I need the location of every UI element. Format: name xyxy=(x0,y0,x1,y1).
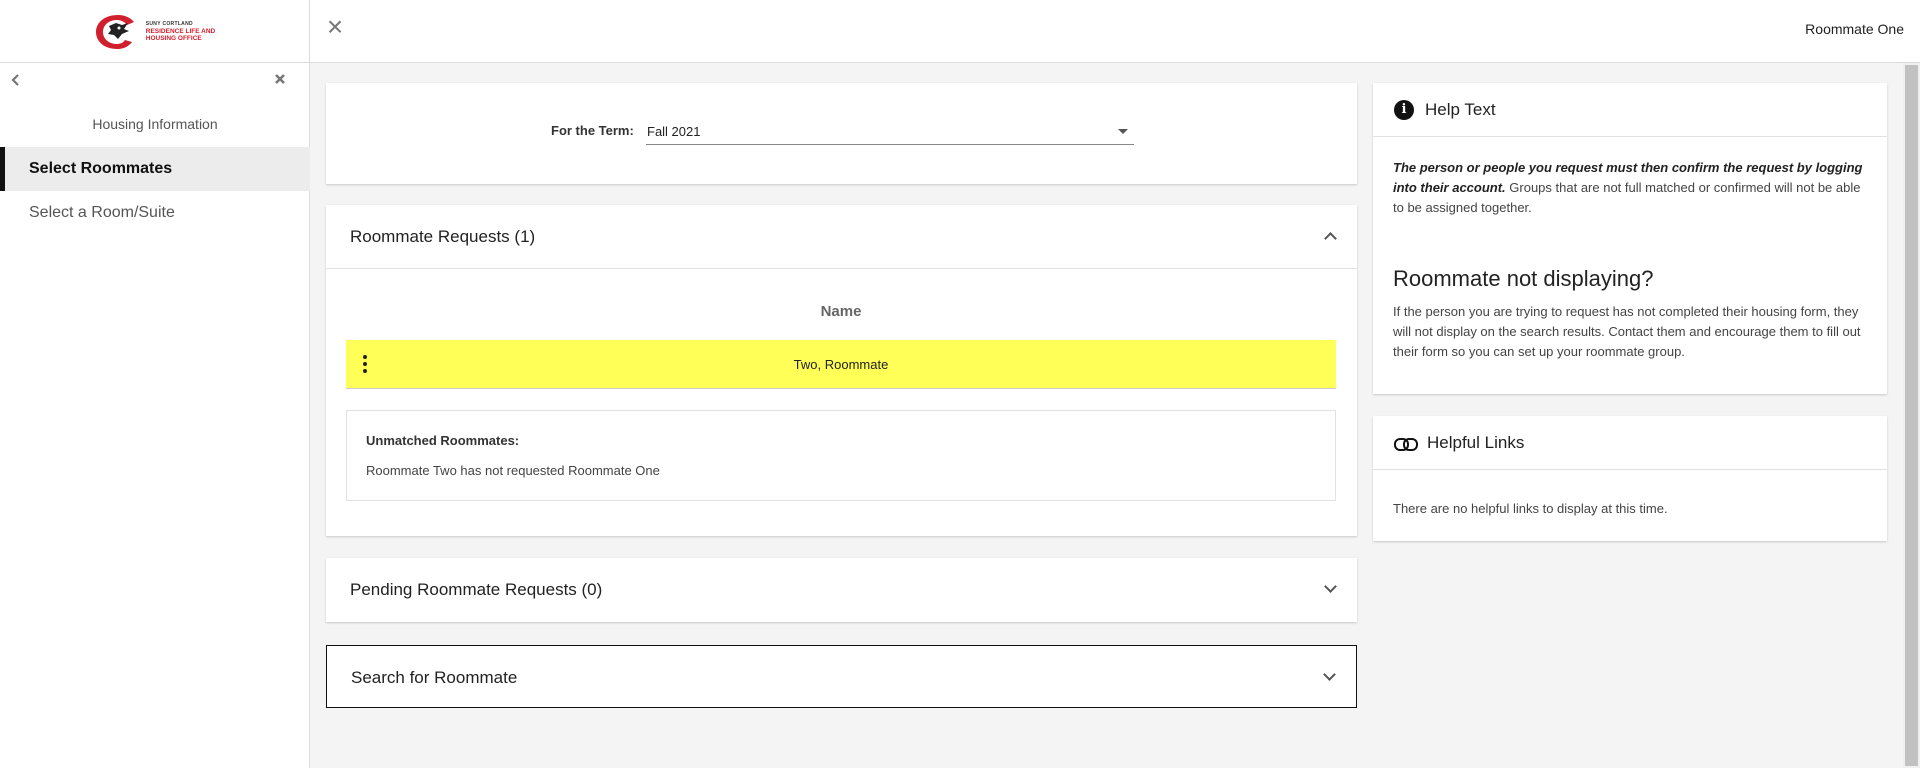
sidebar: Housing Information Select Roommates Sel… xyxy=(0,63,310,768)
logo-text: SUNY CORTLAND RESIDENCE LIFE AND HOUSING… xyxy=(146,21,215,42)
chevron-down-icon[interactable] xyxy=(1324,580,1337,593)
scrollbar[interactable] xyxy=(1903,63,1920,768)
term-card: For the Term: Fall 2021 xyxy=(326,83,1357,184)
search-roommate-panel[interactable]: Search for Roommate xyxy=(326,645,1357,708)
unmatched-roommates-box: Unmatched Roommates: Roommate Two has no… xyxy=(346,410,1336,501)
sidebar-item-label: Select a Room/Suite xyxy=(29,204,175,221)
logo[interactable]: SUNY CORTLAND RESIDENCE LIFE AND HOUSING… xyxy=(94,13,215,51)
sidebar-heading: Housing Information xyxy=(92,116,218,132)
sidebar-item-select-roommates[interactable]: Select Roommates xyxy=(0,147,310,191)
panel-title: Search for Roommate xyxy=(351,668,518,687)
close-icon[interactable] xyxy=(274,72,286,90)
links-title: Helpful Links xyxy=(1427,432,1525,452)
link-icon xyxy=(1394,436,1418,451)
helpful-links-header: Helpful Links xyxy=(1373,416,1887,470)
logo-line-1: SUNY CORTLAND xyxy=(145,21,193,27)
chevron-left-icon[interactable] xyxy=(10,73,20,92)
chevron-down-icon[interactable] xyxy=(1323,668,1336,681)
sidebar-item-select-room-suite[interactable]: Select a Room/Suite xyxy=(0,191,310,235)
help-body: The person or people you request must th… xyxy=(1393,158,1873,218)
pending-requests-panel[interactable]: Pending Roommate Requests (0) xyxy=(326,558,1357,622)
roommate-name: Two, Roommate xyxy=(793,357,889,372)
table-row: Two, Roommate xyxy=(346,340,1336,389)
logo-area: SUNY CORTLAND RESIDENCE LIFE AND HOUSING… xyxy=(0,0,310,63)
panel-title: Pending Roommate Requests (0) xyxy=(350,580,603,599)
info-icon: i xyxy=(1394,99,1414,120)
caret-down-icon xyxy=(1118,129,1128,134)
help-text-header: i Help Text xyxy=(1373,83,1887,137)
top-bar: SUNY CORTLAND RESIDENCE LIFE AND HOUSING… xyxy=(0,0,1920,63)
help-text-card: i Help Text The person or people you req… xyxy=(1373,83,1887,394)
help-title: Help Text xyxy=(1425,99,1496,119)
roommate-requests-header[interactable]: Roommate Requests (1) xyxy=(326,205,1357,269)
sidebar-item-label: Select Roommates xyxy=(29,160,173,177)
close-icon[interactable]: × xyxy=(322,13,348,41)
help-body-2: If the person you are trying to request … xyxy=(1393,304,1861,359)
logo-line-3: HOUSING OFFICE xyxy=(145,35,202,42)
term-select[interactable]: Fall 2021 xyxy=(646,115,1134,145)
search-roommate-header[interactable]: Search for Roommate xyxy=(327,646,1356,710)
links-empty-text: There are no helpful links to display at… xyxy=(1393,501,1668,516)
term-label: For the Term: xyxy=(551,123,634,138)
helpful-links-card: Helpful Links There are no helpful links… xyxy=(1373,416,1887,541)
chevron-up-icon[interactable] xyxy=(1324,232,1337,245)
column-header-name: Name xyxy=(820,303,862,320)
unmatched-title: Unmatched Roommates: xyxy=(366,433,520,448)
roommate-requests-panel: Roommate Requests (1) Name Two, Roommate… xyxy=(326,205,1357,536)
pending-requests-header[interactable]: Pending Roommate Requests (0) xyxy=(326,558,1357,622)
scrollbar-thumb[interactable] xyxy=(1905,65,1918,766)
unmatched-text: Roommate Two has not requested Roommate … xyxy=(366,463,660,478)
term-selected-value: Fall 2021 xyxy=(647,124,701,139)
user-name[interactable]: Roommate One xyxy=(1805,21,1904,37)
logo-line-2: RESIDENCE LIFE AND xyxy=(145,28,216,35)
panel-title: Roommate Requests (1) xyxy=(350,226,536,246)
help-heading: Roommate not displaying? xyxy=(1393,266,1654,291)
red-dragon-logo-icon xyxy=(95,14,134,49)
